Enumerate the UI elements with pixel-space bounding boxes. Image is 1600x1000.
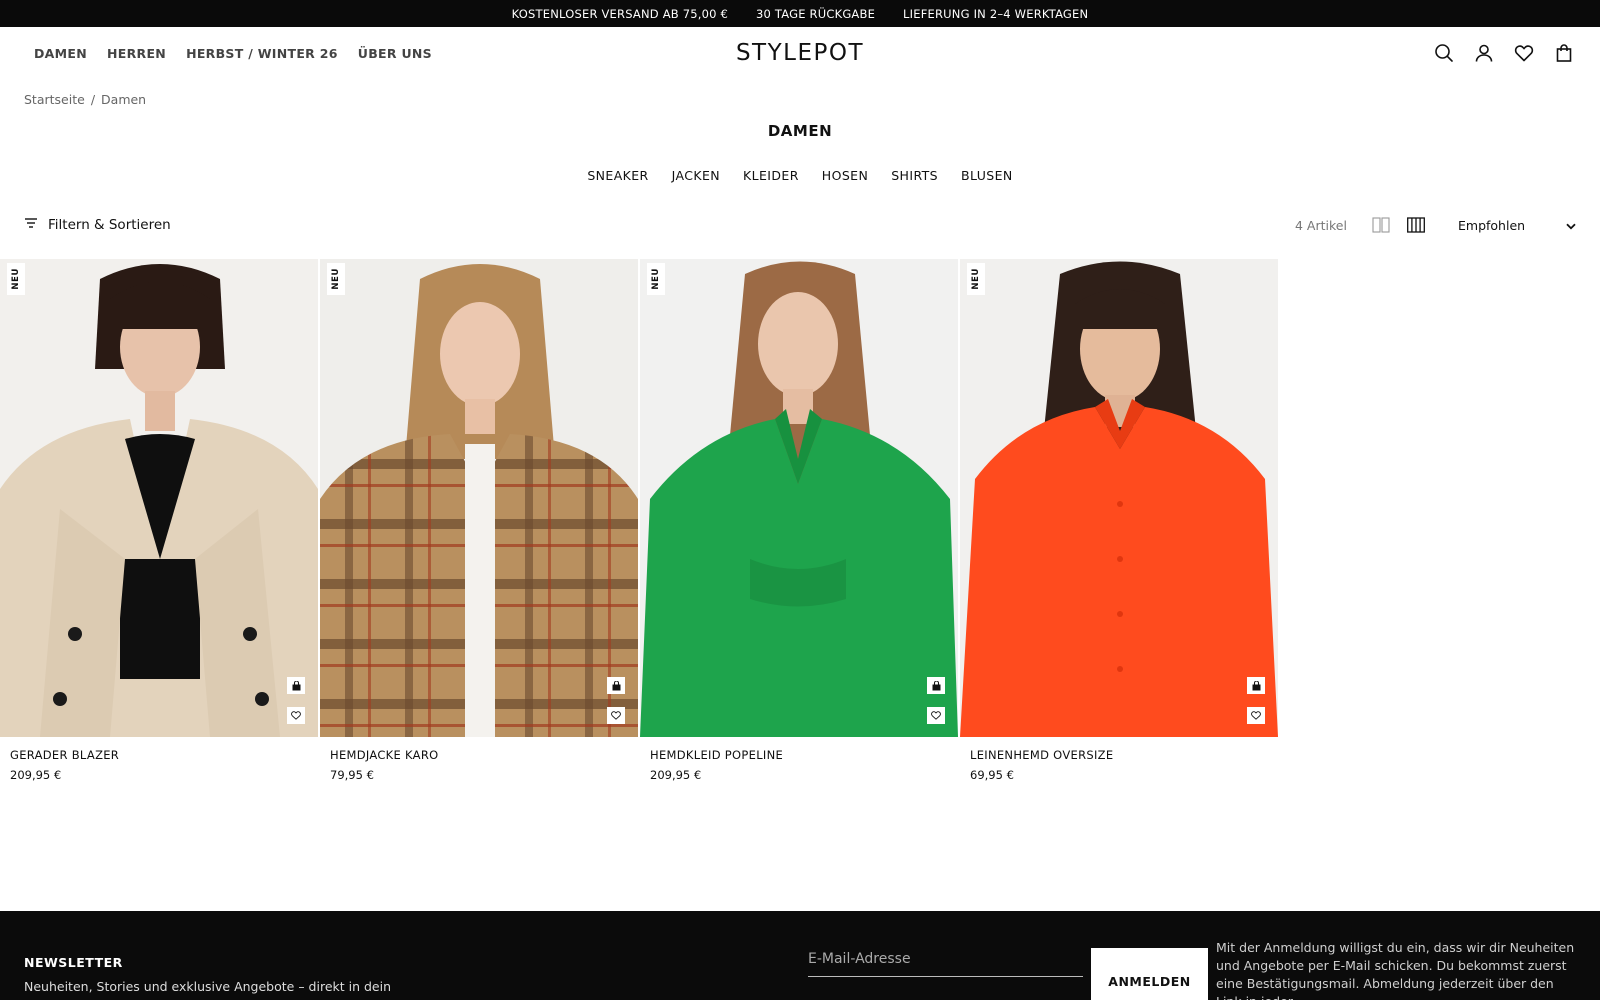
wishlist-heart-icon[interactable] xyxy=(607,707,625,724)
filter-sort-label: Filtern & Sortieren xyxy=(48,217,171,233)
bag-icon[interactable] xyxy=(1554,43,1574,63)
product-grid: NEU GERADER BLAZER 209,95 € NEU HEMDJACK… xyxy=(0,259,1280,782)
wishlist-heart-icon[interactable] xyxy=(927,707,945,724)
announcement-delivery: LIEFERUNG IN 2–4 WERKTAGEN xyxy=(903,6,1089,21)
product-image[interactable]: NEU xyxy=(640,259,958,737)
category-jacken[interactable]: JACKEN xyxy=(672,168,720,183)
search-icon[interactable] xyxy=(1434,43,1454,63)
newsletter-legal-text: Mit der Anmeldung willigst du ein, dass … xyxy=(1216,940,1575,1000)
product-card[interactable]: NEU GERADER BLAZER 209,95 € xyxy=(0,259,318,782)
new-badge: NEU xyxy=(967,263,985,295)
product-price: 79,95 € xyxy=(330,768,374,782)
chevron-down-icon xyxy=(1566,218,1576,233)
wishlist-icon[interactable] xyxy=(1514,43,1534,63)
filter-icon xyxy=(24,217,38,233)
add-to-bag-icon[interactable] xyxy=(607,677,625,694)
newsletter-subtitle: Neuheiten, Stories und exklusive Angebot… xyxy=(24,979,392,994)
page-title: DAMEN xyxy=(767,122,833,140)
sort-value: Empfohlen xyxy=(1458,217,1526,233)
announcement-returns: 30 TAGE RÜCKGABE xyxy=(756,6,876,21)
product-price: 209,95 € xyxy=(650,768,702,782)
breadcrumb-home[interactable]: Startseite xyxy=(24,92,85,107)
product-card[interactable]: NEU LEINENHEMD OVERSIZE 69,95 € xyxy=(960,259,1278,782)
grid-two-column-icon[interactable] xyxy=(1372,217,1390,233)
nav-item-herren[interactable]: HERREN xyxy=(107,46,166,61)
product-price: 209,95 € xyxy=(10,768,62,782)
announcement-shipping: KOSTENLOSER VERSAND AB 75,00 € xyxy=(511,6,729,21)
category-hosen[interactable]: HOSEN xyxy=(822,168,868,183)
category-nav: SNEAKER JACKEN KLEIDER HOSEN SHIRTS BLUS… xyxy=(0,168,1600,183)
product-name[interactable]: HEMDKLEID POPELINE xyxy=(640,748,958,762)
main-nav: DAMEN HERREN HERBST / WINTER 26 ÜBER UNS xyxy=(34,27,432,79)
listing-toolbar: Filtern & Sortieren 4 Artikel Empfohlen xyxy=(0,208,1600,242)
sort-select[interactable]: Empfohlen xyxy=(1458,208,1576,242)
product-image[interactable]: NEU xyxy=(960,259,1278,737)
add-to-bag-icon[interactable] xyxy=(1247,677,1265,694)
category-sneaker[interactable]: SNEAKER xyxy=(587,168,648,183)
account-icon[interactable] xyxy=(1474,43,1494,63)
wishlist-heart-icon[interactable] xyxy=(287,707,305,724)
wishlist-heart-icon[interactable] xyxy=(1247,707,1265,724)
product-image[interactable]: NEU xyxy=(0,259,318,737)
category-shirts[interactable]: SHIRTS xyxy=(891,168,938,183)
breadcrumb-current[interactable]: Damen xyxy=(101,92,146,107)
breadcrumb-separator: / xyxy=(90,92,96,107)
email-field[interactable] xyxy=(808,941,1083,977)
site-header: DAMEN HERREN HERBST / WINTER 26 ÜBER UNS… xyxy=(0,27,1600,79)
product-card[interactable]: NEU HEMDJACKE KARO 79,95 € xyxy=(320,259,638,782)
add-to-bag-icon[interactable] xyxy=(927,677,945,694)
product-name[interactable]: HEMDJACKE KARO xyxy=(320,748,638,762)
new-badge: NEU xyxy=(327,263,345,295)
newsletter-title: NEWSLETTER xyxy=(24,955,123,970)
grid-four-column-icon[interactable] xyxy=(1407,217,1425,233)
category-blusen[interactable]: BLUSEN xyxy=(961,168,1013,183)
category-kleider[interactable]: KLEIDER xyxy=(743,168,799,183)
product-card[interactable]: NEU HEMDKLEID POPELINE 209,95 € xyxy=(640,259,958,782)
site-logo[interactable]: STYLEPOT xyxy=(736,40,864,66)
subscribe-button[interactable]: ANMELDEN xyxy=(1091,948,1208,1000)
new-badge: NEU xyxy=(647,263,665,295)
header-actions xyxy=(1434,27,1574,79)
breadcrumb: Startseite / Damen xyxy=(24,92,146,107)
product-name[interactable]: LEINENHEMD OVERSIZE xyxy=(960,748,1278,762)
newsletter-footer: NEWSLETTER Neuheiten, Stories und exklus… xyxy=(0,911,1600,1000)
item-count: 4 Artikel xyxy=(1295,217,1347,233)
product-price: 69,95 € xyxy=(970,768,1014,782)
product-image[interactable]: NEU xyxy=(320,259,638,737)
nav-item-ueber-uns[interactable]: ÜBER UNS xyxy=(358,46,432,61)
filter-sort-button[interactable]: Filtern & Sortieren xyxy=(24,208,171,242)
announcement-bar: KOSTENLOSER VERSAND AB 75,00 € 30 TAGE R… xyxy=(0,0,1600,27)
new-badge: NEU xyxy=(7,263,25,295)
product-name[interactable]: GERADER BLAZER xyxy=(0,748,318,762)
nav-item-herbst-winter[interactable]: HERBST / WINTER 26 xyxy=(186,46,338,61)
nav-item-damen[interactable]: DAMEN xyxy=(34,46,87,61)
add-to-bag-icon[interactable] xyxy=(287,677,305,694)
